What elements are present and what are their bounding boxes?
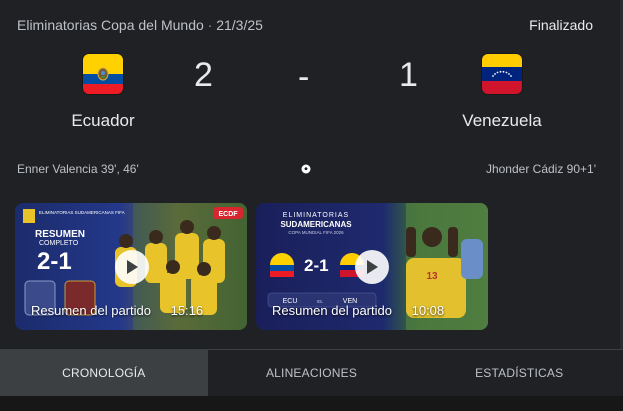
thumb-logo-text: ELIMINATORIAS SUDAMERICANAS FIFA [39,210,125,215]
competition-info[interactable]: Eliminatorias Copa del Mundo · 21/3/25 [17,17,263,33]
competition-name[interactable]: Eliminatorias Copa del Mundo [17,17,204,33]
thumb-title1: ELIMINATORIAS [283,212,349,219]
home-team[interactable]: Ecuador [43,54,163,131]
bottom-bar [0,396,623,411]
video-title: Resumen del partido [272,303,392,318]
thumb-title2: SUDAMERICANAS [280,220,352,229]
ecdf-badge: ECDF [218,211,238,218]
thumb-completo: COMPLETO [39,240,79,247]
video-caption-1: Resumen del partido 15:16 [31,303,203,318]
separator: · [207,17,213,33]
play-icon[interactable] [355,250,389,284]
thumb-score: 2-1 [37,248,72,275]
thumb-subtitle: COPA MUNDIAL FIFA 2026 [288,230,344,235]
match-header: Eliminatorias Copa del Mundo · 21/3/25 F… [17,16,593,34]
video-duration: 10:08 [411,303,445,318]
score-separator: - [298,58,310,96]
tab-estadisticas[interactable]: ESTADÍSTICAS [415,350,623,396]
thumb-resumen: RESUMEN [35,229,85,240]
match-tabs: CRONOLOGÍA ALINEACIONES ESTADÍSTICAS [0,349,623,396]
tab-alineaciones[interactable]: ALINEACIONES [208,350,416,396]
ecuador-flag-icon [83,54,123,94]
away-team-name[interactable]: Venezuela [462,111,541,131]
play-icon[interactable] [115,250,149,284]
away-team[interactable]: Venezuela [442,54,562,131]
video-title: Resumen del partido [31,303,151,318]
home-score: 2 [194,56,213,94]
match-date: 21/3/25 [216,17,263,33]
thumb-score-2: 2-1 [304,256,329,275]
match-status: Finalizado [529,17,593,33]
home-team-name[interactable]: Ecuador [71,111,134,131]
away-score: 1 [399,56,418,94]
away-scorers: Jhonder Cádiz 90+1' [485,162,596,176]
video-highlight-2[interactable]: 13 ELIMINATORIAS SUDAMERICANAS COPA MUND… [256,203,488,330]
venezuela-flag-icon [482,54,522,94]
video-caption-2: Resumen del partido 10:08 [272,303,444,318]
soccer-ball-icon [301,164,311,174]
video-highlight-1[interactable]: ECDF ELIMINATORIAS SUDAMERICANAS FIFA RE… [15,203,247,330]
jersey-number: 13 [426,271,438,282]
tab-cronologia[interactable]: CRONOLOGÍA [0,350,208,396]
video-duration: 15:16 [170,303,204,318]
home-scorers: Enner Valencia 39', 46' [17,162,139,176]
